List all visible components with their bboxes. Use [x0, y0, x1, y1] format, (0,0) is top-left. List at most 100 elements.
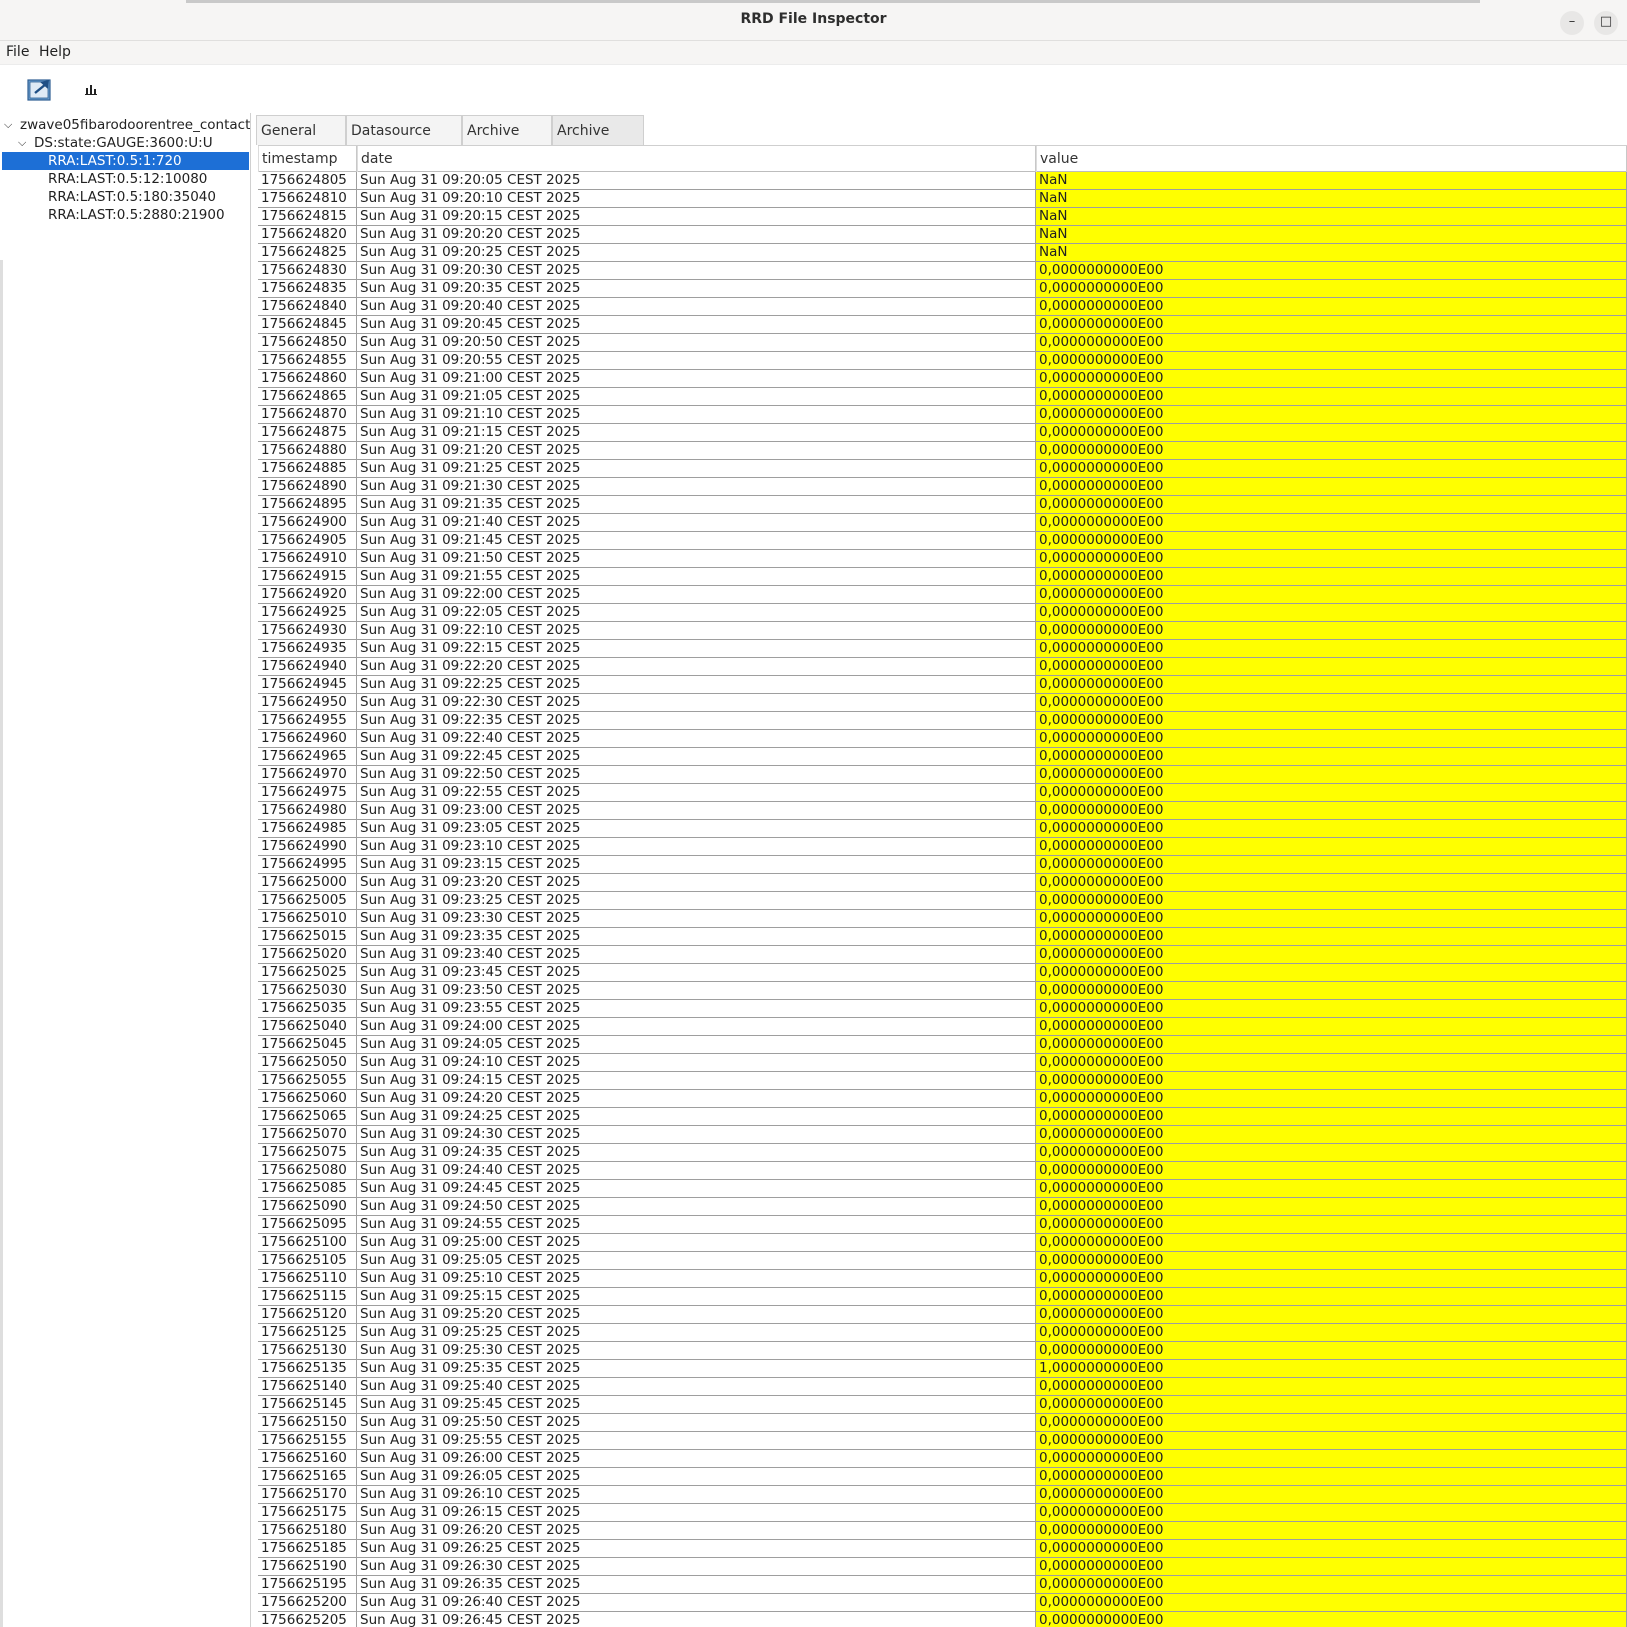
tab-archive-data[interactable]: Archive data — [552, 115, 644, 169]
table-row[interactable]: 1756624845 Sun Aug 31 09:20:45 CEST 2025 0… — [258, 316, 1627, 334]
table-row[interactable]: 1756624840 Sun Aug 31 09:20:40 CEST 2025 0… — [258, 298, 1627, 316]
table-row[interactable]: 1756625105 Sun Aug 31 09:25:05 CEST 2025 0… — [258, 1252, 1627, 1270]
table-row[interactable]: 1756625190 Sun Aug 31 09:26:30 CEST 2025 0… — [258, 1558, 1627, 1576]
table-row[interactable]: 1756625035 Sun Aug 31 09:23:55 CEST 2025 0… — [258, 1000, 1627, 1018]
table-row[interactable]: 1756624935 Sun Aug 31 09:22:15 CEST 2025 0… — [258, 640, 1627, 658]
table-row[interactable]: 1756625050 Sun Aug 31 09:24:10 CEST 2025 0… — [258, 1054, 1627, 1072]
table-row[interactable]: 1756625145 Sun Aug 31 09:25:45 CEST 2025 0… — [258, 1396, 1627, 1414]
table-row[interactable]: 1756624960 Sun Aug 31 09:22:40 CEST 2025 0… — [258, 730, 1627, 748]
table-row[interactable]: 1756624900 Sun Aug 31 09:21:40 CEST 2025 0… — [258, 514, 1627, 532]
table-row[interactable]: 1756624920 Sun Aug 31 09:22:00 CEST 2025 0… — [258, 586, 1627, 604]
table-row[interactable]: 1756624905 Sun Aug 31 09:21:45 CEST 2025 0… — [258, 532, 1627, 550]
table-row[interactable]: 1756625065 Sun Aug 31 09:24:25 CEST 2025 0… — [258, 1108, 1627, 1126]
table-row[interactable]: 1756625030 Sun Aug 31 09:23:50 CEST 2025 0… — [258, 982, 1627, 1000]
table-row[interactable]: 1756624930 Sun Aug 31 09:22:10 CEST 2025 0… — [258, 622, 1627, 640]
table-row[interactable]: 1756624945 Sun Aug 31 09:22:25 CEST 2025 0… — [258, 676, 1627, 694]
tree-item-rra-3[interactable]: RRA:LAST:0.5:2880:21900 — [0, 206, 250, 224]
table-row[interactable]: 1756625000 Sun Aug 31 09:23:20 CEST 2025 0… — [258, 874, 1627, 892]
table-row[interactable]: 1756625125 Sun Aug 31 09:25:25 CEST 2025 0… — [258, 1324, 1627, 1342]
table-row[interactable]: 1756625175 Sun Aug 31 09:26:15 CEST 2025 0… — [258, 1504, 1627, 1522]
table-row[interactable]: 1756625200 Sun Aug 31 09:26:40 CEST 2025 0… — [258, 1594, 1627, 1612]
table-row[interactable]: 1756625170 Sun Aug 31 09:26:10 CEST 2025 0… — [258, 1486, 1627, 1504]
table-row[interactable]: 1756624995 Sun Aug 31 09:23:15 CEST 2025 0… — [258, 856, 1627, 874]
table-row[interactable]: 1756625005 Sun Aug 31 09:23:25 CEST 2025 0… — [258, 892, 1627, 910]
tab-archive-info[interactable]: Archive info — [462, 115, 552, 169]
table-row[interactable]: 1756624885 Sun Aug 31 09:21:25 CEST 2025 0… — [258, 460, 1627, 478]
table-row[interactable]: 1756624820 Sun Aug 31 09:20:20 CEST 2025 N… — [258, 226, 1627, 244]
tree-root[interactable]: ⌵ zwave05fibarodoorentree_contact — [0, 116, 250, 134]
table-row[interactable]: 1756625085 Sun Aug 31 09:24:45 CEST 2025 0… — [258, 1180, 1627, 1198]
column-header-date[interactable]: date — [357, 146, 1036, 172]
table-row[interactable]: 1756625160 Sun Aug 31 09:26:00 CEST 2025 0… — [258, 1450, 1627, 1468]
table-row[interactable]: 1756625120 Sun Aug 31 09:25:20 CEST 2025 0… — [258, 1306, 1627, 1324]
table-row[interactable]: 1756624965 Sun Aug 31 09:22:45 CEST 2025 0… — [258, 748, 1627, 766]
table-row[interactable]: 1756624940 Sun Aug 31 09:22:20 CEST 2025 0… — [258, 658, 1627, 676]
table-row[interactable]: 1756624810 Sun Aug 31 09:20:10 CEST 2025 N… — [258, 190, 1627, 208]
table-row[interactable]: 1756625135 Sun Aug 31 09:25:35 CEST 2025 1… — [258, 1360, 1627, 1378]
table-row[interactable]: 1756624875 Sun Aug 31 09:21:15 CEST 2025 0… — [258, 424, 1627, 442]
table-row[interactable]: 1756625155 Sun Aug 31 09:25:55 CEST 2025 0… — [258, 1432, 1627, 1450]
chevron-down-icon[interactable]: ⌵ — [4, 116, 12, 134]
table-row[interactable]: 1756624860 Sun Aug 31 09:21:00 CEST 2025 0… — [258, 370, 1627, 388]
table-row[interactable]: 1756624815 Sun Aug 31 09:20:15 CEST 2025 N… — [258, 208, 1627, 226]
chevron-down-icon[interactable]: ⌵ — [18, 134, 26, 152]
table-row[interactable]: 1756625015 Sun Aug 31 09:23:35 CEST 2025 0… — [258, 928, 1627, 946]
table-row[interactable]: 1756624925 Sun Aug 31 09:22:05 CEST 2025 0… — [258, 604, 1627, 622]
table-row[interactable]: 1756625055 Sun Aug 31 09:24:15 CEST 2025 0… — [258, 1072, 1627, 1090]
table-row[interactable]: 1756624910 Sun Aug 31 09:21:50 CEST 2025 0… — [258, 550, 1627, 568]
table-row[interactable]: 1756624880 Sun Aug 31 09:21:20 CEST 2025 0… — [258, 442, 1627, 460]
table-row[interactable]: 1756624850 Sun Aug 31 09:20:50 CEST 2025 0… — [258, 334, 1627, 352]
tree-item-rra-0[interactable]: RRA:LAST:0.5:1:720 — [2, 152, 249, 170]
table-row[interactable]: 1756625100 Sun Aug 31 09:25:00 CEST 2025 0… — [258, 1234, 1627, 1252]
bar-chart-icon[interactable] — [84, 82, 98, 96]
table-row[interactable]: 1756625165 Sun Aug 31 09:26:05 CEST 2025 0… — [258, 1468, 1627, 1486]
table-row[interactable]: 1756624835 Sun Aug 31 09:20:35 CEST 2025 0… — [258, 280, 1627, 298]
table-row[interactable]: 1756625040 Sun Aug 31 09:24:00 CEST 2025 0… — [258, 1018, 1627, 1036]
tab-general-info[interactable]: General info — [256, 115, 346, 169]
table-row[interactable]: 1756624870 Sun Aug 31 09:21:10 CEST 2025 0… — [258, 406, 1627, 424]
table-row[interactable]: 1756625090 Sun Aug 31 09:24:50 CEST 2025 0… — [258, 1198, 1627, 1216]
column-header-timestamp[interactable]: timestamp — [258, 146, 357, 172]
table-row[interactable]: 1756624985 Sun Aug 31 09:23:05 CEST 2025 0… — [258, 820, 1627, 838]
tree-ds[interactable]: ⌵ DS:state:GAUGE:3600:U:U — [0, 134, 250, 152]
table-row[interactable]: 1756625150 Sun Aug 31 09:25:50 CEST 2025 0… — [258, 1414, 1627, 1432]
table-row[interactable]: 1756624950 Sun Aug 31 09:22:30 CEST 2025 0… — [258, 694, 1627, 712]
table-row[interactable]: 1756624970 Sun Aug 31 09:22:50 CEST 2025 0… — [258, 766, 1627, 784]
tree-item-rra-2[interactable]: RRA:LAST:0.5:180:35040 — [0, 188, 250, 206]
table-row[interactable]: 1756625185 Sun Aug 31 09:26:25 CEST 2025 0… — [258, 1540, 1627, 1558]
table-row[interactable]: 1756624890 Sun Aug 31 09:21:30 CEST 2025 0… — [258, 478, 1627, 496]
table-row[interactable]: 1756624855 Sun Aug 31 09:20:55 CEST 2025 0… — [258, 352, 1627, 370]
column-header-value[interactable]: value — [1036, 146, 1627, 172]
minimize-button[interactable]: – — [1560, 11, 1584, 35]
table-row[interactable]: 1756624975 Sun Aug 31 09:22:55 CEST 2025 0… — [258, 784, 1627, 802]
table-row[interactable]: 1756625010 Sun Aug 31 09:23:30 CEST 2025 0… — [258, 910, 1627, 928]
table-row[interactable]: 1756624805 Sun Aug 31 09:20:05 CEST 2025 N… — [258, 172, 1627, 190]
table-row[interactable]: 1756625020 Sun Aug 31 09:23:40 CEST 2025 0… — [258, 946, 1627, 964]
maximize-button[interactable]: □ — [1594, 11, 1618, 35]
table-row[interactable]: 1756624955 Sun Aug 31 09:22:35 CEST 2025 0… — [258, 712, 1627, 730]
menu-file[interactable]: File — [6, 44, 29, 60]
table-row[interactable]: 1756625140 Sun Aug 31 09:25:40 CEST 2025 0… — [258, 1378, 1627, 1396]
table-row[interactable]: 1756624915 Sun Aug 31 09:21:55 CEST 2025 0… — [258, 568, 1627, 586]
table-row[interactable]: 1756625130 Sun Aug 31 09:25:30 CEST 2025 0… — [258, 1342, 1627, 1360]
table-row[interactable]: 1756624830 Sun Aug 31 09:20:30 CEST 2025 0… — [258, 262, 1627, 280]
table-row[interactable]: 1756624980 Sun Aug 31 09:23:00 CEST 2025 0… — [258, 802, 1627, 820]
table-row[interactable]: 1756625115 Sun Aug 31 09:25:15 CEST 2025 0… — [258, 1288, 1627, 1306]
table-row[interactable]: 1756624825 Sun Aug 31 09:20:25 CEST 2025 N… — [258, 244, 1627, 262]
table-row[interactable]: 1756625205 Sun Aug 31 09:26:45 CEST 2025 0… — [258, 1612, 1627, 1627]
table-row[interactable]: 1756625060 Sun Aug 31 09:24:20 CEST 2025 0… — [258, 1090, 1627, 1108]
table-row[interactable]: 1756625110 Sun Aug 31 09:25:10 CEST 2025 0… — [258, 1270, 1627, 1288]
table-row[interactable]: 1756625180 Sun Aug 31 09:26:20 CEST 2025 0… — [258, 1522, 1627, 1540]
table-row[interactable]: 1756624895 Sun Aug 31 09:21:35 CEST 2025 0… — [258, 496, 1627, 514]
tree-item-rra-1[interactable]: RRA:LAST:0.5:12:10080 — [0, 170, 250, 188]
table-row[interactable]: 1756625045 Sun Aug 31 09:24:05 CEST 2025 0… — [258, 1036, 1627, 1054]
table-row[interactable]: 1756625025 Sun Aug 31 09:23:45 CEST 2025 0… — [258, 964, 1627, 982]
table-row[interactable]: 1756624990 Sun Aug 31 09:23:10 CEST 2025 0… — [258, 838, 1627, 856]
table-row[interactable]: 1756625080 Sun Aug 31 09:24:40 CEST 2025 0… — [258, 1162, 1627, 1180]
open-file-icon[interactable] — [27, 76, 55, 102]
table-row[interactable]: 1756625070 Sun Aug 31 09:24:30 CEST 2025 0… — [258, 1126, 1627, 1144]
menu-help[interactable]: Help — [39, 44, 71, 60]
table-row[interactable]: 1756625195 Sun Aug 31 09:26:35 CEST 2025 0… — [258, 1576, 1627, 1594]
table-row[interactable]: 1756625075 Sun Aug 31 09:24:35 CEST 2025 0… — [258, 1144, 1627, 1162]
table-row[interactable]: 1756624865 Sun Aug 31 09:21:05 CEST 2025 0… — [258, 388, 1627, 406]
